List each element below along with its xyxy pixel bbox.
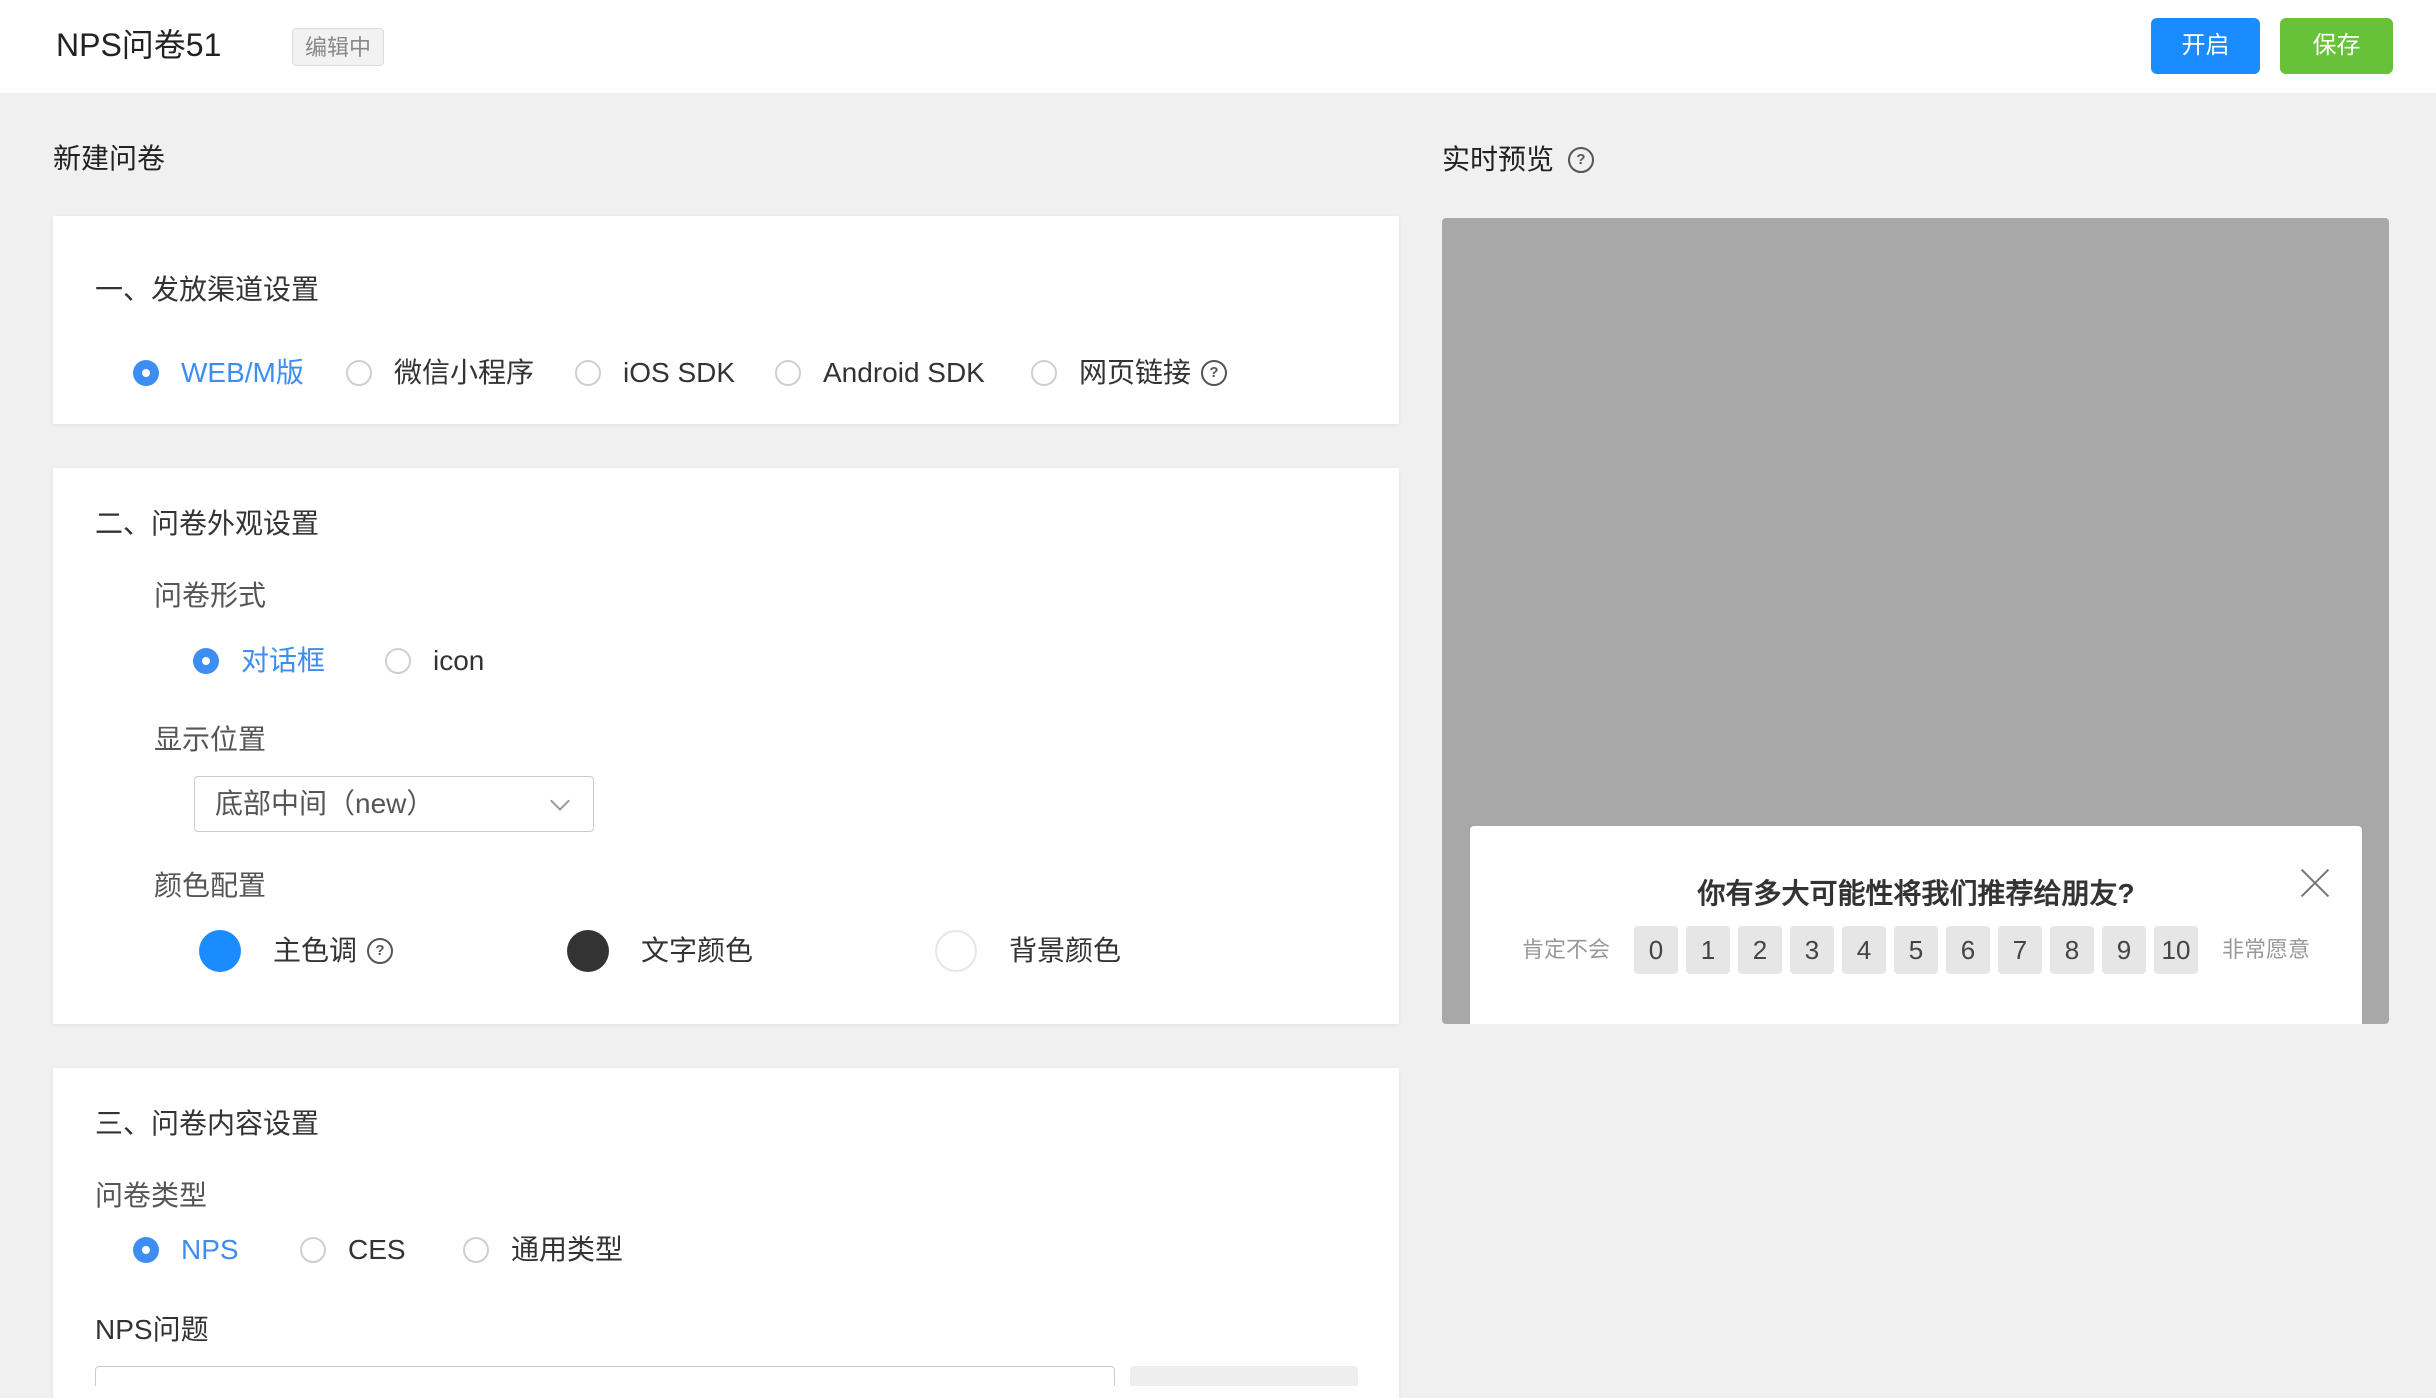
channel-option-android[interactable]: Android SDK — [775, 355, 985, 391]
radio-icon — [385, 648, 411, 674]
preview-area: 你有多大可能性将我们推荐给朋友? 肯定不会 0 1 2 3 4 5 6 7 8 9 10 非常愿意 — [1442, 218, 2389, 1024]
survey-type-label: 问卷类型 — [95, 1180, 208, 1211]
preview-title-row: 实时预览 ? — [1442, 142, 1595, 178]
color-item-label: 主色调 — [273, 935, 358, 966]
nps-high-label: 非常愿意 — [2222, 937, 2311, 962]
preview-title: 实时预览 — [1442, 144, 1555, 175]
help-icon[interactable]: ? — [1201, 360, 1228, 386]
radio-icon — [775, 360, 801, 386]
nps-popup: 你有多大可能性将我们推荐给朋友? 肯定不会 0 1 2 3 4 5 6 7 8 9 10 非常愿意 — [1470, 826, 2362, 1024]
nps-score-button[interactable]: 0 — [1634, 926, 1678, 974]
channel-option-ios[interactable]: iOS SDK — [575, 355, 735, 391]
radio-icon — [463, 1237, 489, 1263]
radio-icon — [300, 1237, 326, 1263]
nps-score-button[interactable]: 6 — [1946, 926, 1990, 974]
appearance-settings-card: 二、问卷外观设置 问卷形式 对话框 icon 显示位置 颜色配置 主色调 ? 文… — [53, 468, 1399, 1024]
content-settings-card: 三、问卷内容设置 问卷类型 NPS CES 通用类型 NPS问题 — [53, 1068, 1399, 1398]
channel-settings-title: 一、发放渠道设置 — [95, 274, 320, 305]
content-settings-title: 三、问卷内容设置 — [95, 1108, 320, 1139]
nps-question-label: NPS问题 — [95, 1314, 209, 1345]
nps-score-button[interactable]: 9 — [2102, 926, 2146, 974]
radio-icon — [193, 648, 219, 674]
page-title: NPS问卷51 — [56, 27, 222, 63]
top-header: NPS问卷51 编辑中 开启 保存 — [0, 0, 2436, 93]
type-option-label: 通用类型 — [511, 1234, 624, 1265]
nps-question-input[interactable] — [95, 1366, 1115, 1386]
help-icon[interactable]: ? — [1568, 147, 1595, 173]
color-item-label: 背景颜色 — [1009, 935, 1122, 966]
color-item-primary[interactable]: 主色调 ? — [199, 930, 394, 972]
form-option-icon[interactable]: icon — [385, 643, 484, 679]
channel-option-label: WEB/M版 — [181, 357, 304, 388]
appearance-settings-title: 二、问卷外观设置 — [95, 508, 320, 539]
position-select-value: 底部中间（new） — [215, 788, 435, 819]
type-option-nps[interactable]: NPS — [133, 1232, 239, 1268]
position-label: 显示位置 — [154, 724, 267, 755]
radio-icon — [133, 360, 159, 386]
color-config-label: 颜色配置 — [154, 870, 267, 901]
channel-option-label: 微信小程序 — [394, 357, 535, 388]
channel-option-label: Android SDK — [823, 357, 985, 388]
form-style-label: 问卷形式 — [154, 580, 267, 611]
primary-color-swatch[interactable] — [199, 930, 241, 972]
type-option-ces[interactable]: CES — [300, 1232, 406, 1268]
nps-score-button[interactable]: 5 — [1894, 926, 1938, 974]
radio-icon — [575, 360, 601, 386]
nps-score-button[interactable]: 10 — [2154, 926, 2198, 974]
position-select[interactable]: 底部中间（new） — [194, 776, 594, 832]
channel-option-weblink[interactable]: 网页链接 ? — [1031, 355, 1228, 391]
save-button[interactable]: 保存 — [2280, 18, 2393, 74]
type-option-label: NPS — [181, 1234, 239, 1265]
nps-score-button[interactable]: 8 — [2050, 926, 2094, 974]
background-color-swatch[interactable] — [935, 930, 977, 972]
nps-score-list: 0 1 2 3 4 5 6 7 8 9 10 — [1634, 926, 2198, 974]
channel-option-web[interactable]: WEB/M版 — [133, 355, 304, 391]
nps-score-button[interactable]: 3 — [1790, 926, 1834, 974]
radio-icon — [1031, 360, 1057, 386]
form-option-label: icon — [433, 645, 485, 676]
text-color-swatch[interactable] — [567, 930, 609, 972]
nps-score-button[interactable]: 7 — [1998, 926, 2042, 974]
radio-icon — [346, 360, 372, 386]
color-item-text[interactable]: 文字颜色 — [567, 930, 753, 972]
form-option-dialog[interactable]: 对话框 — [193, 643, 325, 679]
nps-score-button[interactable]: 1 — [1686, 926, 1730, 974]
channel-option-wechat[interactable]: 微信小程序 — [346, 355, 534, 391]
color-item-background[interactable]: 背景颜色 — [935, 930, 1121, 972]
type-option-general[interactable]: 通用类型 — [463, 1232, 623, 1268]
close-icon[interactable] — [2298, 866, 2332, 900]
nps-question-text: 你有多大可能性将我们推荐给朋友? — [1697, 878, 2135, 909]
channel-settings-card: 一、发放渠道设置 WEB/M版 微信小程序 iOS SDK Android SD… — [53, 216, 1399, 424]
channel-option-label: 网页链接 — [1079, 357, 1192, 388]
nps-score-row: 肯定不会 0 1 2 3 4 5 6 7 8 9 10 非常愿意 — [1470, 926, 2362, 974]
form-option-label: 对话框 — [241, 645, 326, 676]
radio-icon — [133, 1237, 159, 1263]
nps-score-button[interactable]: 4 — [1842, 926, 1886, 974]
status-badge: 编辑中 — [292, 28, 385, 66]
type-option-label: CES — [348, 1234, 406, 1265]
chevron-down-icon — [550, 791, 570, 811]
nps-low-label: 肯定不会 — [1521, 937, 1610, 962]
start-button[interactable]: 开启 — [2151, 18, 2260, 74]
nps-score-button[interactable]: 2 — [1738, 926, 1782, 974]
new-survey-title: 新建问卷 — [53, 143, 166, 174]
help-icon[interactable]: ? — [367, 938, 394, 964]
nps-question-button[interactable] — [1130, 1366, 1358, 1386]
color-item-label: 文字颜色 — [641, 935, 754, 966]
channel-option-label: iOS SDK — [623, 357, 736, 388]
